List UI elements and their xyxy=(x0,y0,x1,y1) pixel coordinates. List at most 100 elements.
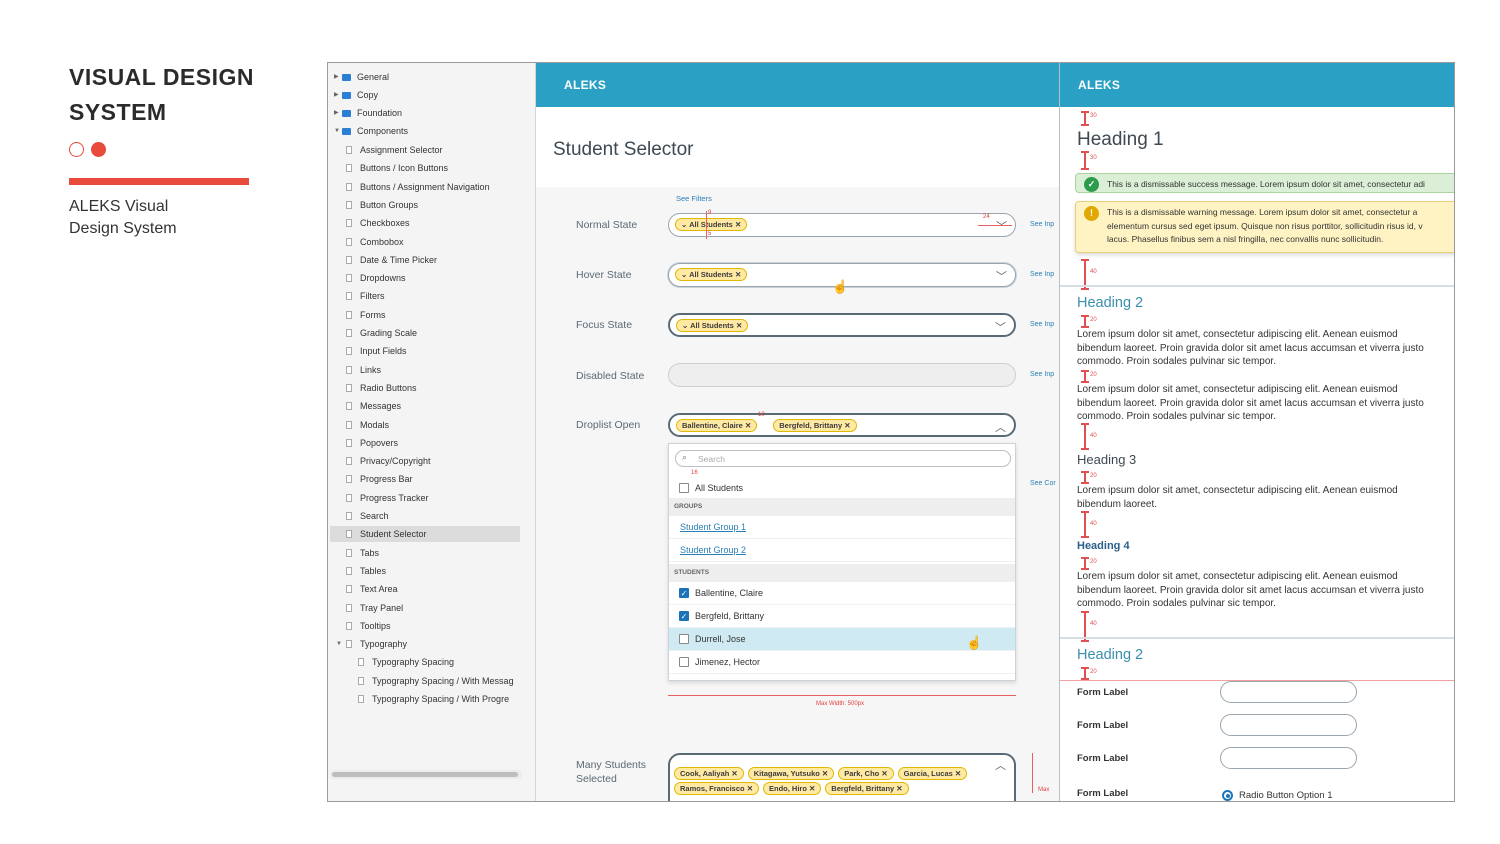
text-input[interactable] xyxy=(1220,714,1357,736)
see-inputs-link[interactable]: See Inp xyxy=(1030,221,1054,228)
tree-item-tooltips[interactable]: Tooltips xyxy=(346,618,391,634)
chip-student[interactable]: Garcia, Lucas ✕ xyxy=(897,767,968,780)
tree-item-progress-tracker[interactable]: Progress Tracker xyxy=(346,490,429,506)
tree-item-filters[interactable]: Filters xyxy=(346,288,385,304)
list-item-student[interactable]: ✓ Ballentine, Claire xyxy=(669,582,1015,605)
chevron-up-icon[interactable]: ︿ xyxy=(995,757,1006,773)
chip-student[interactable]: Bergfeld, Brittany ✕ xyxy=(773,419,857,432)
page-icon xyxy=(346,420,352,429)
tree-folder-copy[interactable]: ▶ Copy xyxy=(334,87,378,103)
tree-item-privacy-copyright[interactable]: Privacy/Copyright xyxy=(346,453,431,469)
tree-item-typography[interactable]: ▼ Typography xyxy=(336,636,407,652)
tree-folder-general[interactable]: ▶ General xyxy=(334,69,389,85)
tree-item-assignment-selector[interactable]: Assignment Selector xyxy=(346,142,443,158)
tree-label: Date & Time Picker xyxy=(360,254,438,265)
hand-cursor-icon: ☝ xyxy=(832,279,849,294)
radio-button-selected[interactable] xyxy=(1222,790,1233,801)
tree-item-modals[interactable]: Modals xyxy=(346,417,389,433)
list-item-student-hover[interactable]: Durrell, Jose xyxy=(669,628,1015,651)
message-text: This is a dismissable success message. L… xyxy=(1107,179,1425,189)
horizontal-scrollbar-thumb[interactable] xyxy=(332,772,518,777)
see-combobox-link[interactable]: See Cor xyxy=(1030,480,1056,487)
see-filters-link[interactable]: See Filters xyxy=(676,194,712,203)
collapse-arrow-icon[interactable]: ▼ xyxy=(336,636,344,652)
list-item-group[interactable]: Student Group 2 xyxy=(669,539,1015,562)
tree-item-typography-child[interactable]: Typography Spacing / With Progre xyxy=(358,691,509,707)
tree-item-dropdowns[interactable]: Dropdowns xyxy=(346,270,406,286)
tree-item-buttons-icon-buttons[interactable]: Buttons / Icon Buttons xyxy=(346,160,448,176)
page-icon xyxy=(346,457,352,466)
tree-item-tabs[interactable]: Tabs xyxy=(346,545,379,561)
tree-item-checkboxes[interactable]: Checkboxes xyxy=(346,215,410,231)
chip-all-students[interactable]: ⌄ All Students ✕ xyxy=(675,218,748,231)
see-inputs-link[interactable]: See Inp xyxy=(1030,271,1054,278)
tree-item-grading-scale[interactable]: Grading Scale xyxy=(346,325,417,341)
text-input[interactable] xyxy=(1220,747,1357,769)
tree-item-input-fields[interactable]: Input Fields xyxy=(346,343,407,359)
list-item-student[interactable]: ✓ Bergfeld, Brittany xyxy=(669,605,1015,628)
tree-item-buttons-assignment-navigation[interactable]: Buttons / Assignment Navigation xyxy=(346,179,490,195)
tree-item-date-time-picker[interactable]: Date & Time Picker xyxy=(346,252,437,268)
text-input[interactable] xyxy=(1220,681,1357,703)
checkbox[interactable] xyxy=(679,657,689,667)
page-icon xyxy=(346,548,352,557)
checkbox-checked[interactable]: ✓ xyxy=(679,611,689,621)
tree-folder-foundation[interactable]: ▶ Foundation xyxy=(334,105,402,121)
chevron-up-icon[interactable]: ︿ xyxy=(995,419,1006,435)
checkbox-checked[interactable]: ✓ xyxy=(679,588,689,598)
tree-label: Typography Spacing / With Messag xyxy=(372,675,514,686)
radio-option-1[interactable]: Radio Button Option 1 xyxy=(1222,790,1332,801)
focus-state-label: Focus State xyxy=(576,319,633,331)
expand-arrow-icon[interactable]: ▶ xyxy=(334,69,342,85)
tree-item-messages[interactable]: Messages xyxy=(346,398,401,414)
tree-item-popovers[interactable]: Popovers xyxy=(346,435,398,451)
tree-item-tray-panel[interactable]: Tray Panel xyxy=(346,600,403,616)
spacing-value: 40 xyxy=(1090,269,1097,275)
student-selector-normal[interactable]: ⌄ All Students ✕ ﹀ xyxy=(668,213,1016,237)
collapse-arrow-icon[interactable]: ▼ xyxy=(334,123,342,139)
search-input[interactable]: ⌕ Search xyxy=(675,450,1011,467)
list-item-group[interactable]: Student Group 1 xyxy=(669,516,1015,539)
tree-item-typography-child[interactable]: Typography Spacing xyxy=(358,654,454,670)
tree-item-tables[interactable]: Tables xyxy=(346,563,386,579)
checkbox[interactable] xyxy=(679,634,689,644)
pager-dot-2[interactable] xyxy=(91,142,106,157)
chip-all-students[interactable]: ⌄ All Students ✕ xyxy=(675,268,748,281)
page-icon xyxy=(358,676,364,685)
chevron-down-icon[interactable]: ﹀ xyxy=(996,218,1007,234)
tree-item-search[interactable]: Search xyxy=(346,508,389,524)
chip-student[interactable]: Endo, Hiro ✕ xyxy=(762,782,822,795)
tree-folder-components[interactable]: ▼ Components xyxy=(334,123,408,139)
chevron-down-icon[interactable]: ﹀ xyxy=(996,268,1007,284)
student-selector-open[interactable]: Ballentine, Claire ✕ Bergfeld, Brittany … xyxy=(668,413,1016,437)
chevron-down-icon[interactable]: ﹀ xyxy=(995,319,1006,335)
chip-student[interactable]: Kitagawa, Yutsuko ✕ xyxy=(747,767,835,780)
tree-item-typography-child[interactable]: Typography Spacing / With Messag xyxy=(358,673,514,689)
chip-student[interactable]: Bergfeld, Brittany ✕ xyxy=(825,782,909,795)
tree-item-combobox[interactable]: Combobox xyxy=(346,234,404,250)
see-inputs-link[interactable]: See Inp xyxy=(1030,371,1054,378)
list-item-all-students[interactable]: All Students xyxy=(669,478,1015,498)
tree-item-progress-bar[interactable]: Progress Bar xyxy=(346,471,413,487)
tree-item-text-area[interactable]: Text Area xyxy=(346,581,398,597)
pager-dot-1[interactable] xyxy=(69,142,84,157)
expand-arrow-icon[interactable]: ▶ xyxy=(334,87,342,103)
tree-item-links[interactable]: Links xyxy=(346,362,381,378)
tree-item-student-selector[interactable]: Student Selector xyxy=(330,526,520,543)
see-inputs-link[interactable]: See Inp xyxy=(1030,321,1054,328)
student-selector-focus[interactable]: ⌄ All Students ✕ ﹀ xyxy=(668,313,1016,337)
chip-all-students[interactable]: ⌄ All Students ✕ xyxy=(676,319,749,332)
tree-item-button-groups[interactable]: Button Groups xyxy=(346,197,418,213)
spacing-value: 24 xyxy=(983,214,990,220)
checkbox[interactable] xyxy=(679,483,689,493)
page-icon xyxy=(346,640,352,649)
tree-item-radio-buttons[interactable]: Radio Buttons xyxy=(346,380,417,396)
list-item-student[interactable]: Jimenez, Hector xyxy=(669,651,1015,674)
tree-item-forms[interactable]: Forms xyxy=(346,307,386,323)
chip-student[interactable]: Park, Cho ✕ xyxy=(838,767,894,780)
student-selector-many[interactable]: Cook, Aaliyah ✕ Kitagawa, Yutsuko ✕ Park… xyxy=(668,753,1016,801)
chip-student[interactable]: Ramos, Francisco ✕ xyxy=(674,782,759,795)
chip-student[interactable]: Cook, Aaliyah ✕ xyxy=(674,767,744,780)
chip-student[interactable]: Ballentine, Claire ✕ xyxy=(676,419,758,432)
expand-arrow-icon[interactable]: ▶ xyxy=(334,105,342,121)
